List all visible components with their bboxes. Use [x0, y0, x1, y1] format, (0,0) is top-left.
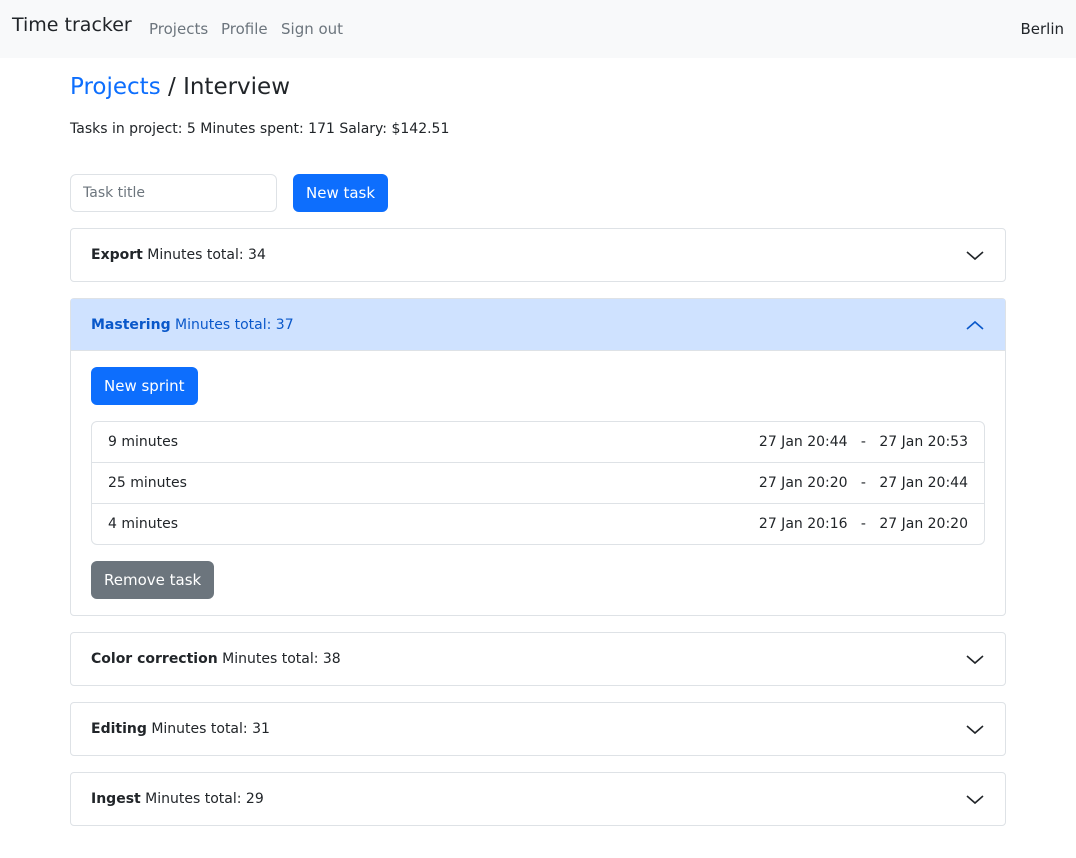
remove-task-button[interactable]: Remove task [91, 561, 215, 599]
sprint-list: 9 minutes 27 Jan 20:44 - 27 Jan 20:53 25… [91, 421, 985, 545]
breadcrumb-projects-link[interactable]: Projects [70, 74, 161, 100]
new-task-button[interactable]: New task [293, 174, 389, 212]
chevron-down-icon[interactable] [965, 792, 985, 806]
task-minutes: Minutes total: 37 [175, 317, 294, 333]
task-minutes: Minutes total: 29 [145, 791, 264, 807]
task-name: Ingest [91, 791, 141, 807]
sprint-end: 27 Jan 20:53 [879, 434, 968, 450]
sprint-row: 25 minutes 27 Jan 20:20 - 27 Jan 20:44 [92, 463, 984, 504]
sprint-start: 27 Jan 20:16 [758, 516, 848, 532]
task-title: Ingest Minutes total: 29 [91, 791, 264, 807]
task-minutes: Minutes total: 31 [151, 721, 270, 737]
task-name: Mastering [91, 317, 171, 333]
chevron-down-icon[interactable] [965, 248, 985, 262]
task-title: Export Minutes total: 34 [91, 247, 266, 263]
nav-profile-link[interactable]: Profile [221, 20, 268, 38]
task-title-input[interactable] [70, 174, 277, 212]
sprint-range: 27 Jan 20:20 - 27 Jan 20:44 [758, 475, 968, 491]
task-item-editing: Editing Minutes total: 31 [70, 702, 1006, 756]
sprint-row: 9 minutes 27 Jan 20:44 - 27 Jan 20:53 [92, 422, 984, 463]
sprint-end: 27 Jan 20:44 [879, 475, 968, 491]
chevron-down-icon[interactable] [965, 722, 985, 736]
task-title: Mastering Minutes total: 37 [91, 317, 294, 333]
task-header-editing[interactable]: Editing Minutes total: 31 [71, 703, 1005, 755]
chevron-down-icon[interactable] [965, 652, 985, 666]
sprint-range: 27 Jan 20:16 - 27 Jan 20:20 [758, 516, 968, 532]
sprint-start: 27 Jan 20:44 [758, 434, 848, 450]
task-header-export[interactable]: Export Minutes total: 34 [71, 229, 1005, 281]
breadcrumb: Projects / Interview [70, 74, 290, 100]
sprint-row: 4 minutes 27 Jan 20:16 - 27 Jan 20:20 [92, 504, 984, 544]
chevron-up-icon[interactable] [965, 318, 985, 332]
breadcrumb-separator: / [168, 74, 176, 100]
task-item-export: Export Minutes total: 34 [70, 228, 1006, 282]
task-header-mastering[interactable]: Mastering Minutes total: 37 [71, 299, 1005, 351]
new-sprint-button[interactable]: New sprint [91, 367, 198, 405]
page-title: Interview [183, 74, 291, 100]
task-name: Export [91, 247, 143, 263]
task-item-ingest: Ingest Minutes total: 29 [70, 772, 1006, 826]
task-name: Color correction [91, 651, 218, 667]
sprint-duration: 9 minutes [108, 434, 179, 450]
city-label: Berlin [1020, 20, 1064, 38]
sprint-end: 27 Jan 20:20 [879, 516, 968, 532]
task-title: Editing Minutes total: 31 [91, 721, 270, 737]
task-item-mastering: Mastering Minutes total: 37 New sprint 9… [70, 298, 1006, 616]
nav-projects-link[interactable]: Projects [149, 20, 208, 38]
task-minutes: Minutes total: 34 [147, 247, 266, 263]
brand-link[interactable]: Time tracker [12, 14, 132, 36]
sprint-start: 27 Jan 20:20 [758, 475, 848, 491]
nav-sign-out-link[interactable]: Sign out [281, 20, 343, 38]
sprint-range: 27 Jan 20:44 - 27 Jan 20:53 [758, 434, 968, 450]
sprint-duration: 25 minutes [108, 475, 187, 491]
task-title: Color correction Minutes total: 38 [91, 651, 341, 667]
task-minutes: Minutes total: 38 [222, 651, 341, 667]
task-item-color-correction: Color correction Minutes total: 38 [70, 632, 1006, 686]
navbar: Time tracker Projects Profile Sign out B… [0, 0, 1076, 58]
sprint-duration: 4 minutes [108, 516, 179, 532]
task-header-color-correction[interactable]: Color correction Minutes total: 38 [71, 633, 1005, 685]
task-header-ingest[interactable]: Ingest Minutes total: 29 [71, 773, 1005, 825]
task-name: Editing [91, 721, 147, 737]
project-stats: Tasks in project: 5 Minutes spent: 171 S… [70, 121, 450, 137]
